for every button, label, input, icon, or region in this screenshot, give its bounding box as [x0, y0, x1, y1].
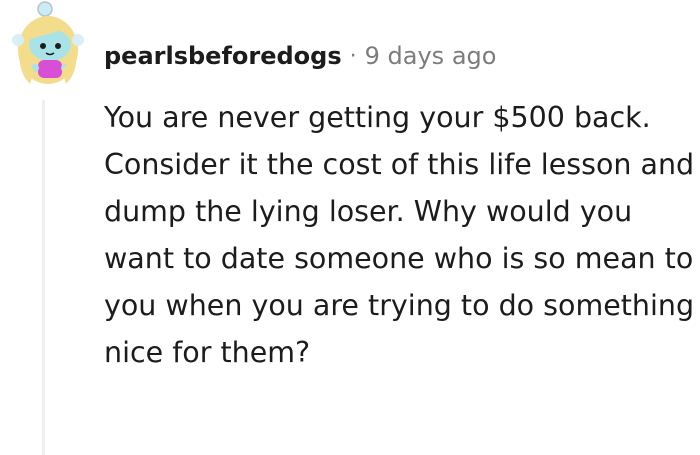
comment-timestamp[interactable]: 9 days ago — [365, 42, 497, 70]
thread-collapse-line[interactable] — [42, 100, 45, 455]
comment-body: You are never getting your $500 back. Co… — [104, 101, 695, 369]
user-avatar[interactable] — [8, 0, 88, 92]
meta-separator: · — [349, 43, 357, 69]
comment: pearlsbeforedogs · 9 days ago You are ne… — [0, 0, 700, 455]
snoo-avatar-icon — [12, 1, 84, 84]
comment-header: pearlsbeforedogs · 9 days ago — [104, 38, 496, 74]
author-username[interactable]: pearlsbeforedogs — [104, 42, 342, 70]
